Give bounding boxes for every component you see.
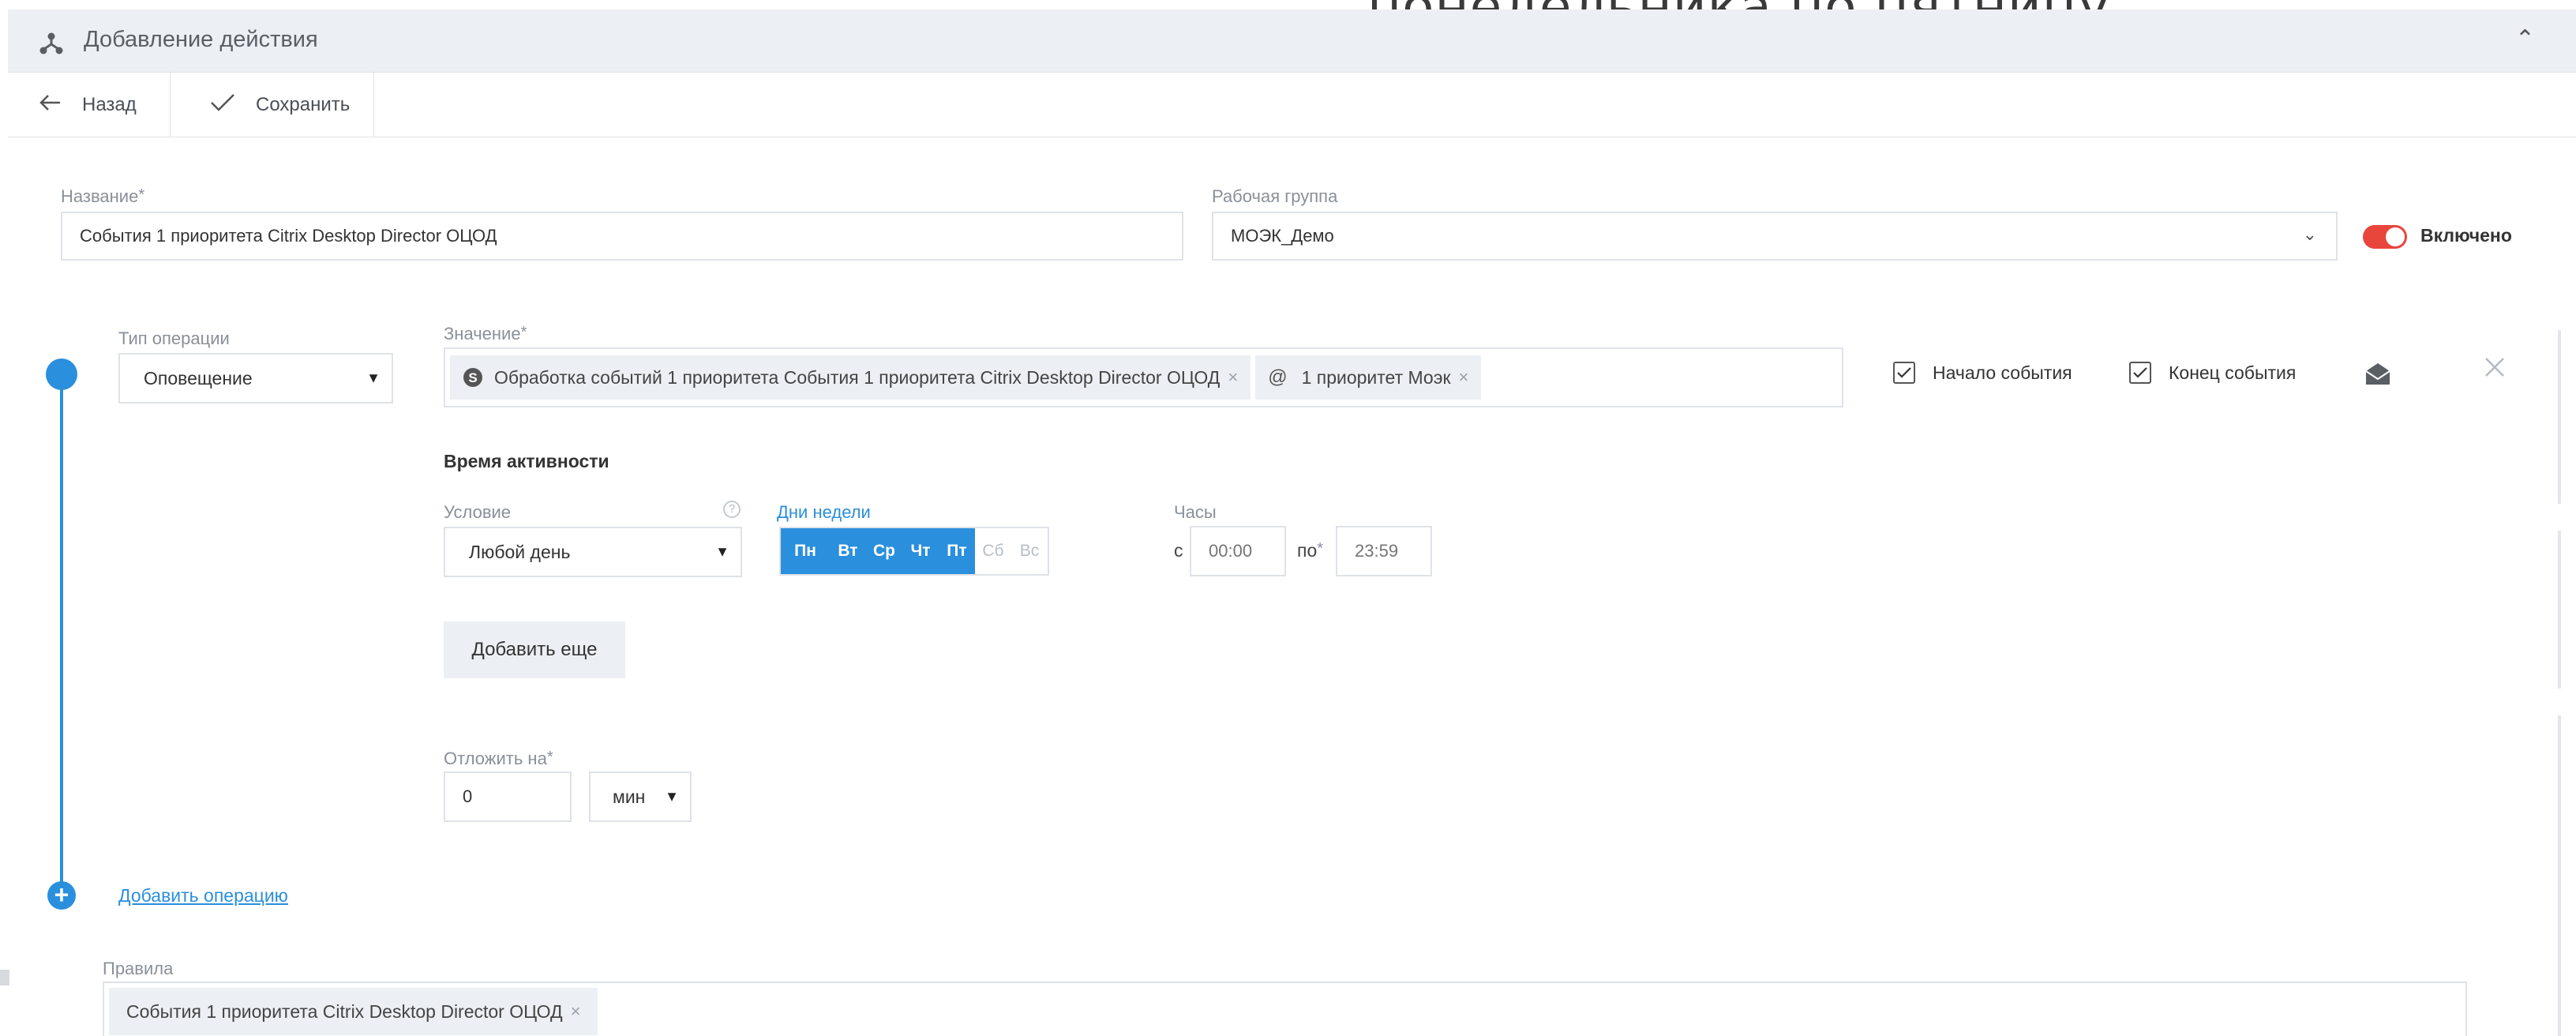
value-tag: @ 1 приоритет Моэк × — [1255, 355, 1482, 400]
group-select[interactable]: МОЭК_Демо ⌄ — [1212, 212, 2338, 261]
workflow-icon — [39, 32, 63, 59]
delay-unit-value: мин — [613, 786, 646, 807]
remove-tag-icon[interactable]: × — [1228, 367, 1238, 388]
checkbox-checked-icon — [1893, 362, 1915, 384]
event-start-checkbox[interactable]: Начало события — [1893, 362, 2072, 384]
weekday-mon[interactable]: Пн — [781, 528, 830, 574]
rule-tag: События 1 приоритета Citrix Desktop Dire… — [109, 988, 598, 1035]
at-sign-icon: @ — [1268, 366, 1288, 388]
left-edge-marker — [0, 970, 9, 985]
condition-select[interactable]: Любой день ▼ — [444, 527, 742, 577]
back-button-label: Назад — [82, 94, 137, 115]
toolbar: Назад Сохранить — [8, 73, 2576, 137]
value-tag: S Обработка событий 1 приоритета События… — [450, 355, 1251, 400]
name-field[interactable]: События 1 приоритета Citrix Desktop Dire… — [61, 212, 1183, 261]
close-icon[interactable] — [2484, 356, 2506, 382]
remove-tag-icon[interactable]: × — [1459, 367, 1469, 388]
caret-down-icon: ▼ — [366, 370, 381, 386]
weekday-thu[interactable]: Чт — [902, 528, 939, 574]
hours-to-label: по* — [1297, 540, 1324, 561]
weekday-fri[interactable]: Пт — [939, 528, 975, 574]
operation-type-value: Оповещение — [144, 367, 253, 388]
skype-icon: S — [463, 367, 483, 388]
remove-tag-icon[interactable]: × — [571, 1001, 581, 1022]
save-button-label: Сохранить — [256, 94, 351, 115]
delay-input[interactable]: 0 — [444, 771, 572, 822]
scrollbar-segment[interactable] — [2558, 531, 2561, 689]
envelope-open-icon[interactable] — [2364, 361, 2391, 390]
hours-to-input[interactable] — [1336, 526, 1432, 576]
delay-unit-select[interactable]: мин ▼ — [589, 771, 692, 822]
value-label: Значение* — [444, 324, 527, 343]
rule-tag-label: События 1 приоритета Citrix Desktop Dire… — [126, 1000, 563, 1022]
delay-label: Отложить на* — [444, 749, 553, 768]
weekday-selector: Пн Вт Ср Чт Пт Сб Вс — [779, 527, 1049, 576]
window-title-bar: Добавление действия ⌃ — [8, 9, 2576, 73]
condition-label: Условие — [444, 502, 512, 522]
scrollbar-segment[interactable] — [2558, 715, 2561, 1036]
scrollbar-segment[interactable] — [2558, 330, 2561, 504]
weekday-wed[interactable]: Ср — [866, 528, 902, 574]
group-label: Рабочая группа — [1212, 186, 1338, 206]
caret-down-icon: ▼ — [665, 788, 679, 805]
operation-type-select[interactable]: Оповещение ▼ — [118, 353, 393, 404]
weekday-sun[interactable]: Вс — [1011, 528, 1048, 574]
caret-down-icon: ▼ — [715, 543, 729, 560]
svg-text:S: S — [468, 370, 477, 385]
event-start-label: Начало события — [1933, 362, 2072, 383]
operation-type-label: Тип операции — [118, 328, 230, 348]
hours-from-input[interactable] — [1190, 526, 1286, 576]
rules-label: Правила — [103, 959, 174, 978]
weekdays-label: Дни недели — [777, 502, 871, 522]
event-end-label: Конец события — [2169, 362, 2297, 383]
condition-value: Любой день — [469, 541, 571, 562]
checkbox-checked-icon — [2129, 362, 2151, 384]
help-icon[interactable]: ? — [723, 501, 741, 518]
value-tag-label: Обработка событий 1 приоритета События 1… — [494, 366, 1221, 388]
window-title: Добавление действия — [84, 27, 318, 52]
hours-from-label: с — [1174, 540, 1183, 561]
weekday-tue[interactable]: Вт — [830, 528, 866, 574]
timeline-line — [60, 374, 63, 895]
add-operation-plus-icon[interactable]: + — [47, 881, 76, 910]
activity-section-title: Время активности — [444, 451, 609, 471]
value-tag-label: 1 приоритет Моэк — [1301, 366, 1451, 388]
back-button[interactable]: Назад — [8, 73, 171, 137]
name-label: Название* — [61, 186, 145, 206]
checkmark-icon — [210, 93, 256, 118]
rules-tags-field[interactable]: События 1 приоритета Citrix Desktop Dire… — [103, 982, 2467, 1036]
weekday-sat[interactable]: Сб — [975, 528, 1011, 574]
arrow-left-icon — [39, 94, 82, 117]
collapse-chevron-icon[interactable]: ⌃ — [2515, 25, 2535, 53]
save-button[interactable]: Сохранить — [171, 73, 374, 137]
enabled-label: Включено — [2420, 225, 2512, 246]
add-more-button[interactable]: Добавить еще — [444, 621, 625, 678]
event-end-checkbox[interactable]: Конец события — [2129, 362, 2296, 384]
group-select-value: МОЭК_Демо — [1231, 226, 1334, 246]
hours-label: Часы — [1174, 502, 1217, 522]
add-operation-link[interactable]: Добавить операцию — [118, 885, 288, 906]
value-tags-field[interactable]: S Обработка событий 1 приоритета События… — [444, 347, 1843, 407]
enabled-toggle[interactable] — [2363, 225, 2407, 249]
timeline-node — [46, 358, 77, 390]
chevron-down-icon: ⌄ — [2302, 224, 2317, 244]
